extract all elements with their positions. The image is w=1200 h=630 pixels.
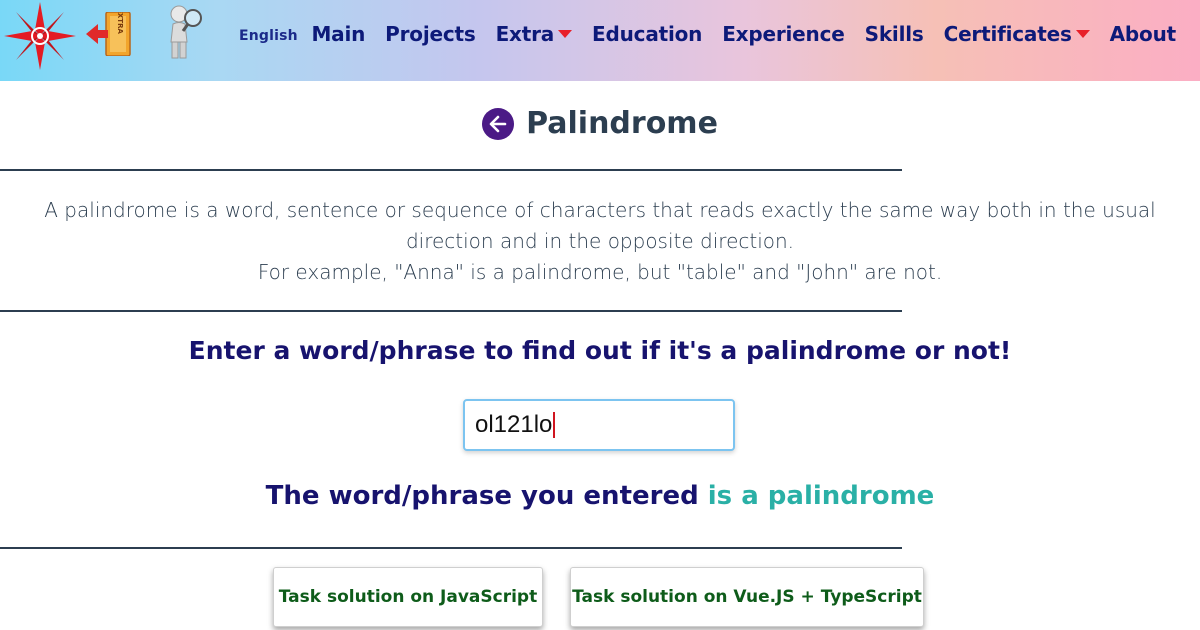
nav-label: About	[1109, 22, 1177, 46]
nav-item-projects[interactable]: Projects	[385, 22, 476, 46]
input-value: ol121lo	[475, 411, 553, 438]
main-nav: Main Projects Extra Education Experience…	[311, 22, 1176, 46]
caret-down-icon	[558, 30, 573, 38]
result-prefix: The word/phrase you entered	[265, 481, 699, 511]
nav-label: Projects	[385, 22, 476, 46]
nav-label: Experience	[722, 22, 845, 46]
text-cursor	[553, 412, 556, 438]
result-message: The word/phrase you entered is a palindr…	[0, 481, 1200, 511]
magnifier-figure-icon[interactable]	[163, 4, 205, 60]
palindrome-input[interactable]: ol121lo	[463, 399, 735, 451]
extra-exit-icon[interactable]: EXTRA	[86, 12, 134, 56]
js-solution-button[interactable]: Task solution on JavaScript	[273, 567, 543, 627]
svg-text:EXTRA: EXTRA	[116, 12, 124, 34]
divider	[0, 310, 902, 312]
nav-item-main[interactable]: Main	[311, 22, 365, 46]
language-switch[interactable]: English	[239, 28, 298, 44]
nav-label: Education	[592, 22, 703, 46]
caret-down-icon	[1075, 30, 1090, 38]
result-verdict: is a palindrome	[707, 481, 935, 511]
description-line: A palindrome is a word, sentence or sequ…	[44, 198, 1156, 253]
vue-solution-button[interactable]: Task solution on Vue.JS + TypeScript	[570, 567, 924, 627]
top-navbar: EXTRA English Main Projects Extra Educat…	[0, 0, 1200, 81]
compass-logo-icon[interactable]	[4, 2, 76, 70]
nav-item-experience[interactable]: Experience	[722, 22, 845, 46]
nav-item-skills[interactable]: Skills	[865, 22, 924, 46]
nav-label: Main	[311, 22, 366, 46]
nav-item-certificates[interactable]: Certificates	[944, 22, 1090, 46]
nav-label: Skills	[864, 22, 924, 46]
nav-item-about[interactable]: About	[1109, 22, 1177, 46]
input-prompt: Enter a word/phrase to find out if it's …	[188, 336, 1012, 365]
nav-item-education[interactable]: Education	[592, 22, 702, 46]
description: A palindrome is a word, sentence or sequ…	[20, 195, 1180, 288]
page-title: Palindrome	[526, 106, 718, 141]
nav-label: Extra	[495, 22, 555, 46]
page-header: Palindrome	[0, 106, 1200, 141]
back-button[interactable]	[482, 107, 515, 140]
divider	[0, 169, 902, 171]
nav-label: Certificates	[943, 22, 1072, 46]
divider	[0, 547, 902, 549]
arrow-left-icon	[489, 115, 507, 132]
nav-item-extra[interactable]: Extra	[495, 22, 573, 46]
description-line: For example, "Anna" is a palindrome, but…	[257, 260, 943, 284]
